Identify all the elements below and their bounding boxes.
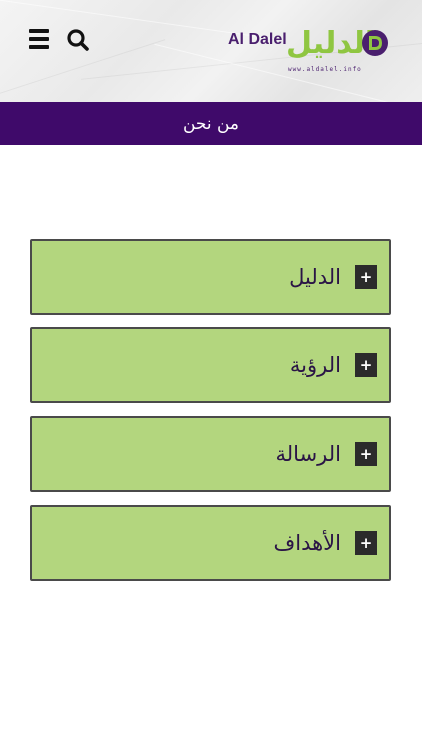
page-title-bar: من نحن [0, 102, 422, 145]
accordion-item-goals[interactable]: الأهداف + [30, 505, 391, 581]
accordion-item-label: الرسالة [275, 442, 341, 466]
accordion-item-label: الرؤية [289, 353, 341, 377]
accordion-item-mission[interactable]: الرسالة + [30, 416, 391, 492]
plus-icon[interactable]: + [355, 353, 377, 377]
hamburger-menu-icon[interactable] [29, 29, 49, 49]
accordion-item-label: الدليل [289, 265, 341, 289]
accordion-item-vision[interactable]: الرؤية + [30, 327, 391, 403]
plus-icon[interactable]: + [355, 265, 377, 289]
accordion-item-label: الأهداف [273, 531, 341, 555]
plus-icon[interactable]: + [355, 442, 377, 466]
app-header: Al Dalel الدليل www.aldalel.info [0, 0, 422, 102]
logo-mark-icon [362, 30, 388, 56]
logo-url-text: www.aldalel.info [288, 66, 362, 73]
accordion-item-guide[interactable]: الدليل + [30, 239, 391, 315]
search-icon[interactable] [66, 28, 90, 52]
site-logo[interactable]: Al Dalel الدليل www.aldalel.info [226, 22, 396, 78]
page-title: من نحن [182, 113, 240, 134]
plus-icon[interactable]: + [355, 531, 377, 555]
logo-latin-text: Al Dalel [228, 31, 287, 48]
